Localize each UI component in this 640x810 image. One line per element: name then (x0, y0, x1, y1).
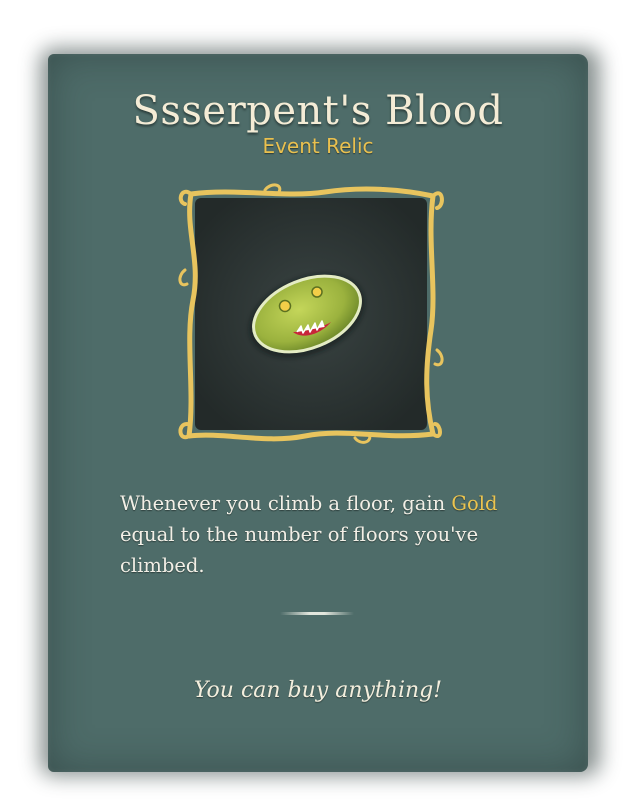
relic-card: Ssserpent's Blood Event Relic Whenever y… (48, 54, 588, 772)
divider (280, 612, 354, 615)
description-text-before: Whenever you climb a floor, gain (120, 492, 452, 515)
relic-description: Whenever you climb a floor, gain Gold eq… (120, 488, 520, 581)
description-text-after: equal to the number of floors you've cli… (120, 523, 479, 577)
gold-keyword: Gold (451, 492, 498, 515)
relic-flavor-text: You can buy anything! (193, 678, 443, 703)
relic-image-frame (175, 180, 445, 448)
relic-rarity: Event Relic (262, 134, 374, 158)
relic-title: Ssserpent's Blood (132, 88, 504, 134)
